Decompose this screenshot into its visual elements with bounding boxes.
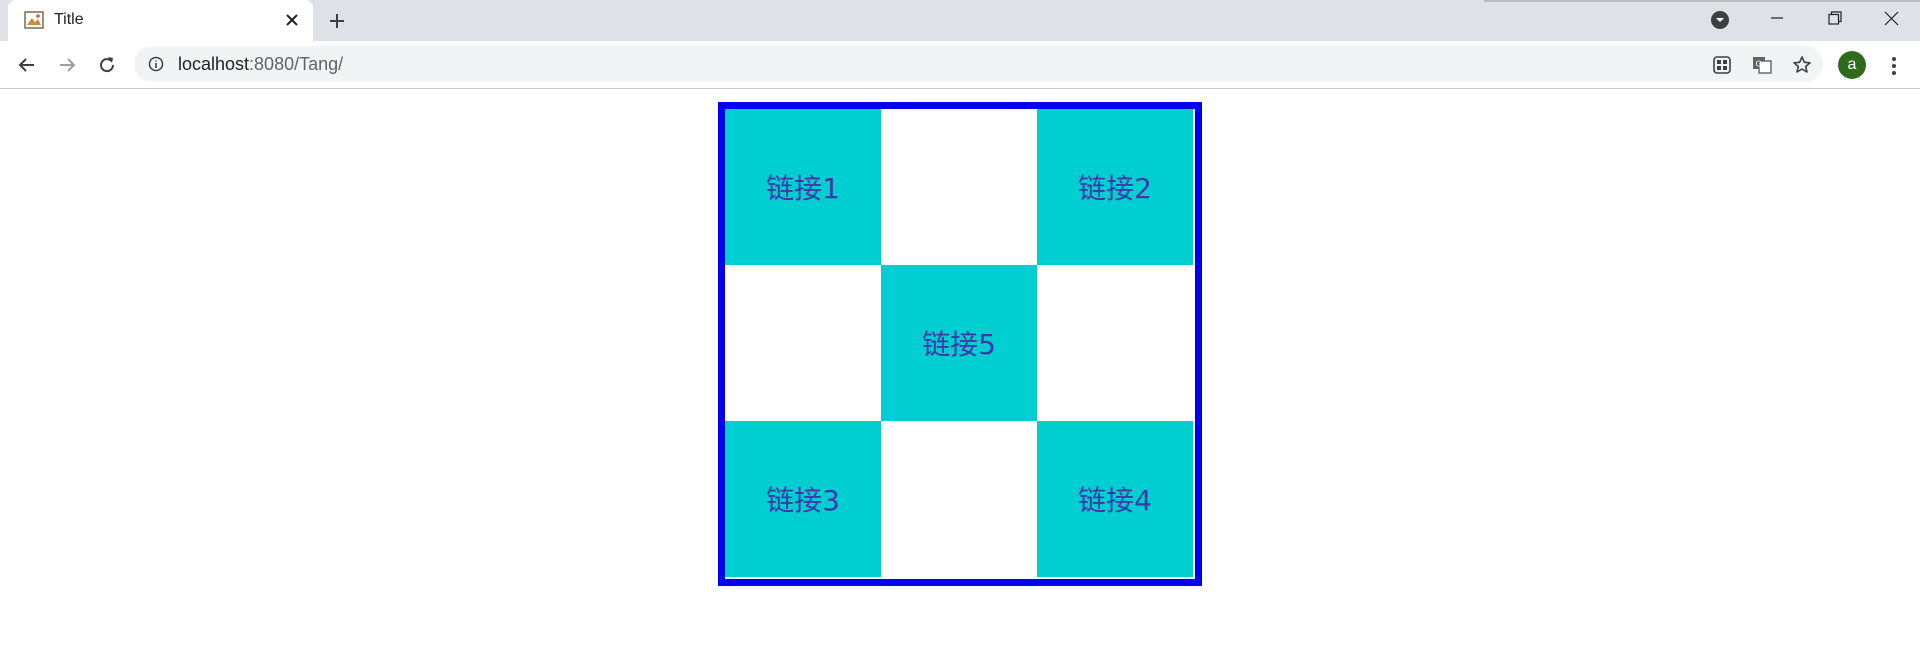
info-icon[interactable] — [148, 56, 164, 72]
link-3[interactable]: 链接3 — [725, 421, 881, 577]
url-path: :8080/Tang/ — [249, 54, 344, 74]
forward-arrow-icon[interactable] — [53, 51, 81, 79]
minimize-icon[interactable] — [1748, 0, 1806, 36]
favicon-icon — [24, 10, 44, 30]
link-5[interactable]: 链接5 — [881, 265, 1037, 421]
url-text[interactable]: localhost:8080/Tang/ — [178, 54, 343, 75]
address-bar[interactable]: localhost:8080/Tang/ G — [134, 46, 1823, 82]
tab-search-icon[interactable] — [1710, 10, 1730, 30]
reload-icon[interactable] — [93, 51, 121, 79]
browser-toolbar: localhost:8080/Tang/ G a — [0, 41, 1920, 89]
new-tab-icon[interactable] — [326, 10, 348, 32]
tab-title: Title — [54, 11, 84, 28]
browser-tab[interactable]: Title — [8, 0, 313, 41]
link-grid: 链接1 链接2 链接5 链接3 链接4 — [718, 102, 1202, 586]
restore-icon[interactable] — [1806, 0, 1864, 36]
link-1[interactable]: 链接1 — [725, 109, 881, 265]
link-4[interactable]: 链接4 — [1037, 421, 1193, 577]
tab-strip: Title — [0, 0, 1920, 41]
profile-avatar[interactable]: a — [1838, 51, 1866, 79]
back-arrow-icon[interactable] — [13, 51, 41, 79]
close-tab-icon[interactable] — [282, 10, 302, 30]
qr-code-icon[interactable] — [1711, 54, 1733, 76]
more-menu-icon[interactable] — [1884, 55, 1904, 77]
bookmark-star-icon[interactable] — [1791, 54, 1813, 76]
translate-icon[interactable]: G — [1751, 54, 1773, 76]
url-host: localhost — [178, 54, 250, 74]
window-close-icon[interactable] — [1862, 0, 1920, 36]
svg-text:G: G — [1756, 60, 1762, 69]
link-2[interactable]: 链接2 — [1037, 109, 1193, 265]
